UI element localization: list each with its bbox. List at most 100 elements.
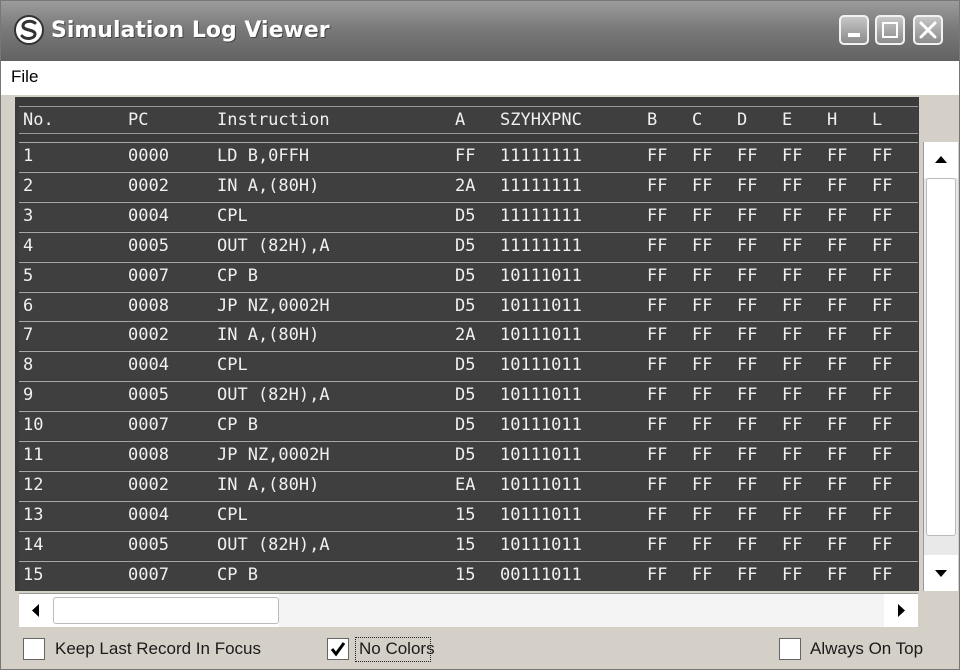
column-header-c: C [692, 110, 703, 130]
table-row[interactable]: 13 0004 CPL 15 10111011 FF FF FF FF FF FF [19, 501, 918, 530]
cell-c: FF [692, 475, 713, 495]
table-row[interactable]: 3 0004 CPL D5 11111111 FF FF FF FF FF FF [19, 202, 918, 231]
cell-a: 15 [455, 565, 476, 585]
maximize-button[interactable] [875, 15, 905, 45]
cell-instruction: OUT (82H),A [217, 535, 330, 555]
cell-no: 15 [23, 565, 44, 585]
table-row[interactable]: 6 0008 JP NZ,0002H D5 10111011 FF FF FF FF FF FF [19, 292, 918, 321]
cell-h: FF [827, 415, 848, 435]
scroll-right-button[interactable] [884, 594, 918, 627]
cell-flags: 10111011 [500, 296, 582, 316]
cell-c: FF [692, 505, 713, 525]
table-row[interactable]: 8 0004 CPL D5 10111011 FF FF FF FF FF FF [19, 351, 918, 380]
table-row[interactable]: 10 0007 CP B D5 10111011 FF FF FF FF FF FF [19, 411, 918, 440]
table-row[interactable]: 12 0002 IN A,(80H) EA 10111011 FF FF FF FF FF FF [19, 471, 918, 500]
cell-instruction: OUT (82H),A [217, 385, 330, 405]
cell-flags: 10111011 [500, 266, 582, 286]
cell-a: D5 [455, 355, 476, 375]
cell-no: 2 [23, 176, 34, 196]
cell-e: FF [782, 505, 803, 525]
cell-d: FF [737, 176, 758, 196]
cell-b: FF [647, 236, 668, 256]
cell-h: FF [827, 266, 848, 286]
column-header-e: E [782, 110, 793, 130]
table-row[interactable]: 15 0007 CP B 15 00111011 FF FF FF FF FF FF [19, 561, 918, 590]
cell-e: FF [782, 565, 803, 585]
cell-l: FF [872, 475, 893, 495]
cell-b: FF [647, 176, 668, 196]
cell-l: FF [872, 505, 893, 525]
cell-c: FF [692, 385, 713, 405]
cell-instruction: CPL [217, 355, 248, 375]
cell-b: FF [647, 505, 668, 525]
cell-h: FF [827, 385, 848, 405]
cell-flags: 10111011 [500, 505, 582, 525]
cell-a: FF [455, 146, 476, 166]
cell-flags: 10111011 [500, 355, 582, 375]
cell-flags: 10111011 [500, 325, 582, 345]
table-row[interactable]: 7 0002 IN A,(80H) 2A 10111011 FF FF FF FF FF FF [19, 321, 918, 350]
table-row[interactable]: 4 0005 OUT (82H),A D5 11111111 FF FF FF FF FF FF [19, 232, 918, 261]
cell-e: FF [782, 415, 803, 435]
table-row[interactable]: 2 0002 IN A,(80H) 2A 11111111 FF FF FF FF FF FF [19, 172, 918, 201]
cell-b: FF [647, 535, 668, 555]
cell-pc: 0004 [128, 355, 169, 375]
scroll-down-button[interactable] [924, 555, 958, 591]
cell-no: 12 [23, 475, 44, 495]
cell-instruction: CP B [217, 565, 258, 585]
cell-d: FF [737, 355, 758, 375]
horizontal-scroll-thumb[interactable] [53, 597, 279, 624]
cell-b: FF [647, 385, 668, 405]
cell-h: FF [827, 176, 848, 196]
close-button[interactable] [913, 15, 943, 45]
scroll-up-button[interactable] [924, 142, 958, 178]
cell-l: FF [872, 176, 893, 196]
cell-c: FF [692, 206, 713, 226]
cell-c: FF [692, 236, 713, 256]
keep-last-record-checkbox[interactable] [23, 638, 45, 660]
cell-b: FF [647, 146, 668, 166]
cell-l: FF [872, 266, 893, 286]
table-row[interactable]: 1 0000 LD B,0FFH FF 11111111 FF FF FF FF FF FF [19, 142, 918, 171]
maximize-icon [882, 22, 898, 38]
cell-l: FF [872, 415, 893, 435]
vertical-scrollbar[interactable] [923, 142, 958, 591]
cell-pc: 0005 [128, 385, 169, 405]
cell-a: EA [455, 475, 476, 495]
horizontal-scroll-track[interactable] [279, 594, 884, 627]
cell-c: FF [692, 146, 713, 166]
cell-pc: 0008 [128, 445, 169, 465]
cell-e: FF [782, 146, 803, 166]
cell-e: FF [782, 325, 803, 345]
menu-file[interactable]: File [11, 67, 38, 87]
table-row[interactable]: 9 0005 OUT (82H),A D5 10111011 FF FF FF FF FF FF [19, 381, 918, 410]
no-colors-checkbox[interactable] [327, 638, 349, 660]
vertical-scroll-thumb[interactable] [926, 178, 956, 536]
horizontal-scrollbar[interactable] [19, 593, 918, 627]
cell-b: FF [647, 355, 668, 375]
always-on-top-checkbox[interactable] [779, 638, 801, 660]
log-viewer-window: Simulation Log Viewer File No. PC Instru… [0, 0, 960, 670]
title-bar[interactable]: Simulation Log Viewer [1, 1, 959, 61]
cell-l: FF [872, 325, 893, 345]
cell-d: FF [737, 325, 758, 345]
app-logo-icon [14, 15, 44, 45]
cell-a: D5 [455, 445, 476, 465]
scroll-left-button[interactable] [19, 594, 53, 627]
cell-e: FF [782, 475, 803, 495]
cell-pc: 0007 [128, 266, 169, 286]
column-header-h: H [827, 110, 838, 130]
cell-h: FF [827, 445, 848, 465]
cell-b: FF [647, 325, 668, 345]
table-row[interactable]: 11 0008 JP NZ,0002H D5 10111011 FF FF FF FF FF FF [19, 441, 918, 470]
cell-l: FF [872, 445, 893, 465]
cell-b: FF [647, 296, 668, 316]
cell-pc: 0002 [128, 325, 169, 345]
table-row[interactable]: 14 0005 OUT (82H),A 15 10111011 FF FF FF FF FF FF [19, 531, 918, 560]
table-row[interactable]: 5 0007 CP B D5 10111011 FF FF FF FF FF FF [19, 262, 918, 291]
cell-h: FF [827, 325, 848, 345]
cell-instruction: OUT (82H),A [217, 236, 330, 256]
window-title: Simulation Log Viewer [51, 18, 330, 43]
cell-d: FF [737, 236, 758, 256]
minimize-button[interactable] [839, 15, 869, 45]
